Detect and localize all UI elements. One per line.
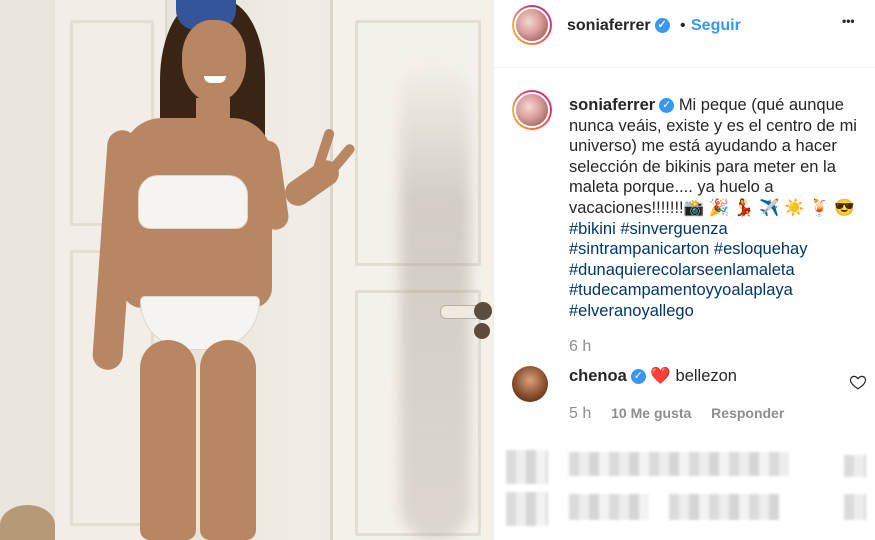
door-lock [474,323,490,339]
username-text[interactable]: soniaferrer [567,17,651,34]
smile [204,76,226,83]
blurred-avatar [506,450,548,484]
more-options-icon[interactable]: ••• [842,14,855,28]
blurred-icon [844,494,866,520]
post-sidebar: soniaferrer ✓ • Seguir ••• soniaferrer ✓ M… [493,0,875,540]
bikini-top [138,175,248,229]
heart-outline-icon[interactable] [849,373,867,391]
comment-meta: 5 h 10 Me gusta Responder [569,405,800,423]
door-knob [474,302,492,320]
right-leg [200,340,256,540]
comment-text: bellezon [675,367,737,385]
follow-button[interactable]: Seguir [691,17,741,35]
blurred-avatar [506,492,548,526]
commenter-avatar[interactable] [512,366,548,402]
separator-dot: • [680,17,686,34]
comment: chenoa ✓ ❤️ bellezon [569,367,737,386]
caption-avatar[interactable] [512,90,552,130]
hashtag-line[interactable]: #bikini #sinverguenza [569,219,869,240]
left-leg [140,340,196,540]
person-shadow [400,60,470,540]
face [182,20,246,102]
comment-likes[interactable]: 10 Me gusta [611,405,691,421]
blurred-comment [569,452,789,476]
hashtag-line[interactable]: #dunaquierecolarseenlamaleta [569,260,869,281]
hashtag-line[interactable]: #tudecampamentoyyoalaplaya [569,280,869,301]
reply-button[interactable]: Responder [711,405,784,421]
hashtag-line[interactable]: #elveranoyallego [569,301,869,322]
author-username[interactable]: soniaferrer ✓ [567,17,670,35]
heart-emoji: ❤️ [650,367,671,385]
instagram-post: soniaferrer ✓ • Seguir ••• soniaferrer ✓ M… [0,0,875,540]
caption-time[interactable]: 6 h [569,338,591,356]
author-avatar[interactable] [512,5,552,45]
hashtag-line[interactable]: #sintrampanicarton #esloquehay [569,239,869,260]
blurred-comment [569,494,649,520]
blurred-icon [844,455,866,477]
post-header: soniaferrer ✓ • Seguir ••• [494,0,875,68]
caption-username[interactable]: soniaferrer [569,96,655,114]
caption: soniaferrer ✓ Mi peque (qué aunque nunca … [569,95,869,322]
commenter-username[interactable]: chenoa [569,367,627,385]
caption-text: Mi peque (qué aunque nunca veáis, existe… [569,96,857,217]
verified-icon: ✓ [659,98,675,114]
verified-icon: ✓ [630,369,646,385]
verified-icon: ✓ [654,18,670,34]
post-photo[interactable] [0,0,493,540]
blurred-comment [669,494,779,520]
comment-time[interactable]: 5 h [569,405,591,422]
basket [0,505,55,540]
